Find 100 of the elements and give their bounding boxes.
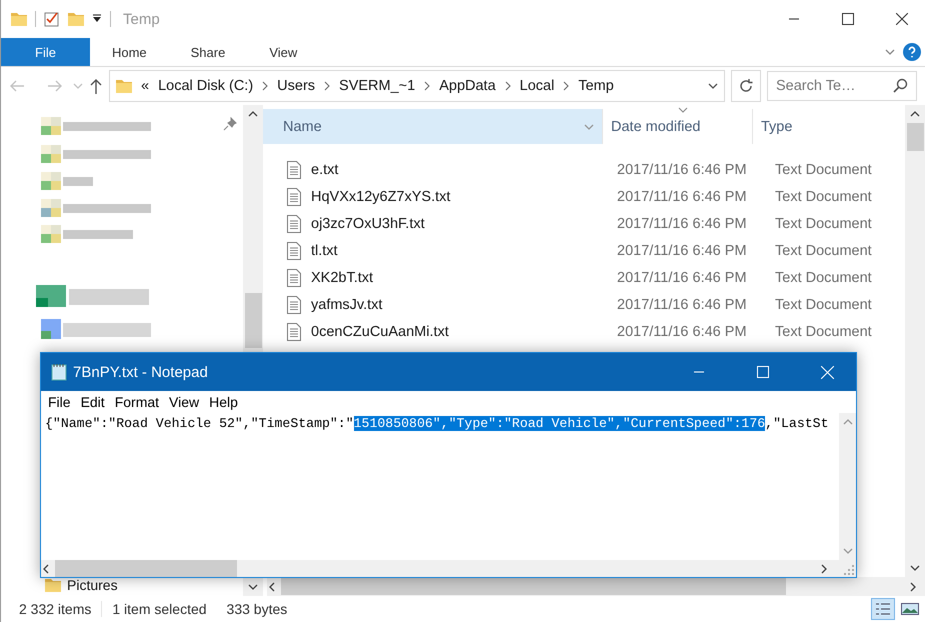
- dropdown-icon[interactable]: [92, 14, 102, 24]
- breadcrumb[interactable]: Local: [520, 78, 554, 94]
- folder-icon: [68, 12, 84, 26]
- up-button[interactable]: [89, 78, 103, 94]
- folder-icon: [116, 79, 132, 93]
- chevron-down-icon: [708, 81, 718, 91]
- caret-down-icon: [842, 546, 852, 556]
- chevron-right-icon: [504, 81, 511, 91]
- text-file-icon: [287, 214, 301, 232]
- caret-up-icon: [248, 109, 258, 119]
- scrollbar-thumb[interactable]: [281, 578, 786, 595]
- overflow-chevron[interactable]: «: [141, 78, 150, 94]
- caret-left-icon: [41, 564, 51, 574]
- type-cell-text: Text Document: [774, 162, 872, 178]
- landscape-icon: [901, 602, 919, 616]
- type-cell-text: Text Document: [774, 216, 872, 232]
- close-icon: [820, 366, 834, 378]
- maximize-icon: [757, 366, 769, 378]
- status-text: 2 332 items: [19, 601, 102, 617]
- date-cell-text: 2017/11/16 6:46 PM: [616, 296, 748, 312]
- chevron-right-icon: [324, 81, 330, 91]
- chevron-right-icon: [424, 81, 430, 91]
- caret-left-icon: [267, 582, 277, 592]
- checkmark-icon[interactable]: [44, 11, 60, 27]
- menu-item[interactable]: Help: [204, 394, 243, 410]
- minimize-icon: [694, 371, 704, 373]
- details-icon: [875, 602, 891, 616]
- file-name[interactable]: tl.txt: [311, 242, 338, 258]
- caret-down-icon: [248, 582, 258, 592]
- menu-item[interactable]: Format: [110, 394, 164, 410]
- pin-icon[interactable]: [223, 117, 237, 131]
- date-cell-text: 2017/11/16 6:46 PM: [616, 324, 748, 340]
- column-header[interactable]: Date modified: [603, 109, 753, 144]
- date-cell-text: 2017/11/16 6:46 PM: [616, 270, 748, 286]
- file-name[interactable]: oj3zc7OxU3hF.txt: [311, 216, 425, 232]
- column-header[interactable]: Name: [263, 109, 603, 144]
- caret-right-icon: [819, 564, 829, 574]
- refresh-button[interactable]: [731, 70, 761, 102]
- notepad-icon: [51, 363, 67, 381]
- column-header[interactable]: Type: [753, 109, 893, 144]
- details-view-button[interactable]: [871, 598, 895, 620]
- text-file-icon: [287, 160, 301, 178]
- text-file-icon: [287, 322, 301, 340]
- window-title: Temp: [123, 10, 160, 28]
- scrollbar-thumb[interactable]: [244, 293, 262, 348]
- ribbon-tab[interactable]: Share: [168, 38, 248, 66]
- file-name[interactable]: XK2bT.txt: [311, 270, 374, 286]
- text-file-icon: [287, 242, 301, 260]
- maximize-icon: [842, 13, 854, 25]
- window-title: 7BnPY.txt - Notepad: [73, 364, 208, 380]
- search-field[interactable]: Search Te…: [767, 71, 917, 101]
- breadcrumb[interactable]: SVERM_~1: [339, 78, 416, 94]
- ribbon-tab[interactable]: Home: [90, 38, 169, 66]
- chevron-down-icon: [73, 81, 83, 91]
- scrollbar-thumb[interactable]: [55, 560, 237, 577]
- search-icon: [892, 78, 908, 94]
- text-file-icon: [287, 188, 301, 206]
- menu-item[interactable]: View: [164, 394, 204, 410]
- caret-up-icon: [910, 109, 920, 119]
- file-name[interactable]: yafmsJv.txt: [311, 296, 382, 312]
- menu-item[interactable]: File: [43, 394, 76, 410]
- ribbon-tab[interactable]: View: [247, 38, 320, 66]
- type-cell-text: Text Document: [774, 242, 872, 258]
- type-cell-text: Text Document: [774, 296, 872, 312]
- text-file-icon: [287, 268, 301, 286]
- file-name[interactable]: 0cenCZuCuAanMi.txt: [311, 324, 449, 340]
- date-cell-text: 2017/11/16 6:46 PM: [616, 188, 748, 204]
- menu-item[interactable]: Edit: [76, 394, 110, 410]
- help-icon[interactable]: [903, 43, 921, 61]
- refresh-icon: [738, 78, 754, 94]
- minimize-icon: [789, 18, 799, 20]
- breadcrumb[interactable]: Temp: [578, 78, 614, 94]
- breadcrumb[interactable]: Users: [277, 78, 316, 94]
- date-cell-text: 2017/11/16 6:46 PM: [616, 242, 748, 258]
- nav-item[interactable]: Pictures: [1, 574, 243, 596]
- type-cell-text: Text Document: [774, 188, 872, 204]
- breadcrumb[interactable]: AppData: [439, 78, 496, 94]
- breadcrumb[interactable]: Local Disk (C:): [158, 78, 254, 94]
- close-icon: [896, 13, 908, 25]
- expand-icon: [885, 47, 895, 57]
- type-cell-text: Text Document: [774, 270, 872, 286]
- caret-down-icon: [910, 563, 920, 573]
- file-name[interactable]: HqVXx12y6Z7xYS.txt: [311, 188, 450, 204]
- status-text: 1 item selected: [112, 601, 208, 617]
- dropdown-icon: [584, 122, 594, 132]
- text-editor[interactable]: {"Name":"Road Vehicle 52","TimeStamp":"1510850806","Type":"Road Vehicle","CurrentSpeed":176,"LastSt: [41, 413, 839, 560]
- status-text: 333 bytes: [226, 601, 288, 617]
- date-cell-text: 2017/11/16 6:46 PM: [616, 162, 748, 178]
- date-cell-text: 2017/11/16 6:46 PM: [616, 216, 748, 232]
- folder-icon: [11, 12, 27, 26]
- pictures-folder-icon: [45, 578, 61, 592]
- chevron-right-icon: [262, 81, 268, 91]
- file-tab[interactable]: File: [1, 38, 90, 66]
- type-cell-text: Text Document: [774, 324, 872, 340]
- scrollbar-thumb[interactable]: [906, 123, 924, 151]
- address-bar[interactable]: « Local Disk (C:) Users SVERM_~1 AppData Local Temp: [109, 70, 725, 102]
- caret-right-icon: [908, 582, 918, 592]
- text-file-icon: [287, 296, 301, 314]
- chevron-right-icon: [563, 81, 570, 91]
- file-name[interactable]: e.txt: [311, 162, 338, 178]
